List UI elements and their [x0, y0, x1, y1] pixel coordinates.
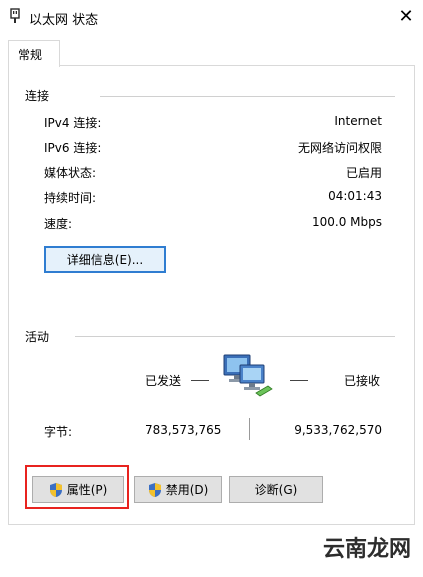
section-connection-label: 连接	[25, 89, 50, 103]
sent-label: 已发送	[145, 374, 182, 388]
admin-shield-icon	[148, 482, 161, 497]
received-dash	[290, 380, 308, 381]
bytes-received-value: 9,533,762,570	[294, 423, 382, 437]
close-button[interactable]: ✕	[389, 0, 423, 34]
section-activity-label: 活动	[25, 330, 50, 344]
disable-button-label: 禁用(D)	[165, 483, 209, 497]
close-icon: ✕	[398, 6, 414, 27]
received-label: 已接收	[344, 374, 381, 388]
bytes-sent-value: 783,573,765	[145, 423, 222, 437]
details-button-label: 详细信息(E)...	[66, 253, 144, 267]
duration-value: 04:01:43	[328, 189, 382, 203]
tab-general-label: 常规	[18, 48, 43, 62]
disable-button[interactable]: 禁用(D)	[134, 476, 222, 503]
speed-value: 100.0 Mbps	[311, 215, 382, 229]
highlight-box	[25, 465, 129, 509]
bytes-label: 字节:	[44, 425, 73, 439]
duration-label: 持续时间:	[44, 191, 97, 205]
section-divider	[75, 336, 395, 337]
diagnose-button-label: 诊断(G)	[254, 483, 298, 497]
activity-separator	[249, 418, 250, 440]
ethernet-icon	[10, 8, 20, 23]
network-computers-icon	[223, 354, 273, 397]
tab-general[interactable]: 常规	[8, 40, 60, 67]
details-button[interactable]: 详细信息(E)...	[44, 246, 166, 273]
media-state-label: 媒体状态:	[44, 166, 97, 180]
status-window: 以太网 状态 ✕ 常规 连接 IPv4 连接: Internet IPv6 连接…	[0, 0, 423, 577]
sent-dash	[191, 380, 209, 381]
title-bar[interactable]: 以太网 状态 ✕	[0, 0, 423, 34]
ipv4-value: Internet	[334, 114, 382, 128]
tab-panel-general: 连接 IPv4 连接: Internet IPv6 连接: 无网络访问权限 媒体…	[8, 65, 415, 525]
speed-label: 速度:	[44, 217, 73, 231]
watermark-text: 云南龙网	[322, 537, 411, 562]
section-divider	[100, 96, 395, 97]
diagnose-button[interactable]: 诊断(G)	[229, 476, 323, 503]
watermark-logo: 云南龙网	[323, 531, 411, 563]
window-title: 以太网 状态	[29, 13, 99, 28]
media-state-value: 已启用	[345, 166, 382, 180]
ipv4-label: IPv4 连接:	[44, 116, 102, 130]
ipv6-value: 无网络访问权限	[297, 141, 382, 155]
ipv6-label: IPv6 连接:	[44, 141, 102, 155]
